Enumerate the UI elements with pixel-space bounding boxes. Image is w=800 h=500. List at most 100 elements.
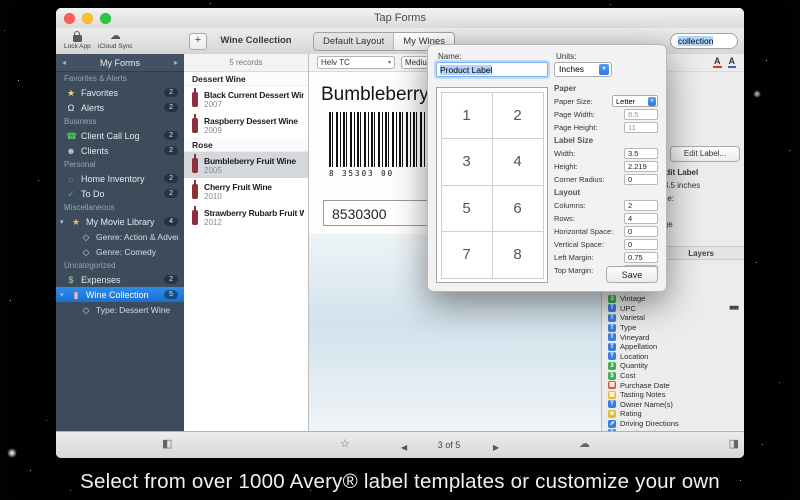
field-row[interactable]: T Owner Name(s) (602, 400, 744, 410)
record-position: 3 of 5 (409, 440, 489, 450)
directions-icon: ⇗ (608, 420, 616, 428)
page-height-input[interactable]: 11 (624, 122, 658, 133)
rows-input[interactable]: 4 (624, 213, 658, 224)
starfield (0, 0, 1, 1)
field-row[interactable]: T Location (602, 352, 744, 362)
record-row[interactable]: Bumbleberry Fruit Wine 2005 (184, 152, 308, 178)
barcode-icon: ▮▮▮▮▮ (729, 305, 738, 311)
chevron-down-icon: ▾ (388, 59, 391, 66)
label-preview-cell: 2 (492, 92, 544, 140)
lock-icon (73, 35, 82, 42)
sidebar-item[interactable]: ⌂ Home Inventory 2 (56, 171, 184, 186)
sidebar-item[interactable]: ✓ To Do 2 (56, 186, 184, 201)
disclosure-icon[interactable]: ▾ (60, 218, 66, 226)
record-row[interactable]: Strawberry Rubarb Fruit Wine 2012 (184, 204, 308, 230)
text-icon: T (608, 304, 616, 312)
sidebar-item[interactable]: ◇ Genre: Comedy (56, 244, 184, 259)
save-button[interactable]: Save (606, 266, 658, 283)
disclosure-icon[interactable]: ▾ (60, 291, 66, 299)
label-preview-cell: 5 (441, 185, 493, 233)
field-row[interactable]: ★ Rating (602, 409, 744, 419)
sidebar-item[interactable]: ☻ Clients 2 (56, 143, 184, 158)
sidebar-item[interactable]: Favorites & Alerts (56, 72, 184, 85)
label-size-section-header: Label Size (554, 136, 658, 145)
sidebar-item[interactable]: Uncategorized (56, 259, 184, 272)
barcode-bars (329, 112, 433, 167)
sidebar-toggle-icon[interactable]: ◧ (162, 438, 172, 451)
text-color-icon[interactable]: A (713, 57, 722, 68)
field-row[interactable]: T Type (602, 323, 744, 333)
edit-label-button[interactable]: Edit Label... (670, 146, 740, 162)
records-pane: 5 records Dessert Wine (184, 54, 309, 432)
record-row[interactable]: Rose (184, 138, 308, 152)
wine-bottle-icon: ▮ (71, 290, 81, 300)
text-icon: T (608, 352, 616, 360)
record-row[interactable]: Raspberry Dessert Wine 2009 (184, 112, 308, 138)
sidebar-item[interactable]: Business (56, 115, 184, 128)
field-row[interactable]: T Varietal (602, 313, 744, 323)
sidebar-item[interactable]: ◇ Type: Dessert Wine (56, 302, 184, 317)
vertical-space-input[interactable]: 0 (624, 239, 658, 250)
record-row[interactable]: Dessert Wine (184, 72, 308, 86)
field-row[interactable]: 3 Quantity (602, 361, 744, 371)
paper-size-dropdown[interactable]: Letter ▾ (612, 95, 658, 107)
rating-icon: ★ (608, 410, 616, 418)
field-row[interactable]: T Appellation (602, 342, 744, 352)
field-row[interactable]: ▤ Tasting Notes (602, 390, 744, 400)
label-preview-cell: 1 (441, 92, 493, 140)
page-width-input[interactable]: 8.5 (624, 109, 658, 120)
screenshot-stage: Tap Forms Lock App ☁ iCloud Sync + Wine … (0, 0, 800, 500)
corner-radius-input[interactable]: 0 (624, 174, 658, 185)
wine-bottle-icon (192, 158, 198, 173)
field-row[interactable]: T UPC ▮▮▮▮▮ (602, 304, 744, 314)
text-icon: T (608, 400, 616, 408)
horizontal-space-input[interactable]: 0 (624, 226, 658, 237)
collapse-icon[interactable]: ◂ (62, 58, 66, 67)
previous-record-button[interactable]: ◀ (401, 441, 407, 454)
list-column-title: Wine Collection (204, 35, 308, 46)
home-icon: ⌂ (66, 174, 76, 184)
count-badge: 5 (164, 290, 178, 299)
sidebar-item[interactable]: ▾ ▮ Wine Collection 5 (56, 287, 184, 302)
sidebar-item[interactable]: ▾ ★ My Movie Library 4 (56, 214, 184, 229)
window-title: Tap Forms (56, 12, 744, 24)
highlight-color-icon[interactable]: A (728, 57, 737, 68)
sidebar-item[interactable]: ◇ Genre: Action & Adventure (56, 229, 184, 244)
sidebar-item[interactable]: Ω Alerts 2 (56, 100, 184, 115)
text-icon: T (608, 343, 616, 351)
label-name-input[interactable]: Product Label (436, 62, 548, 77)
expand-icon[interactable]: ▸ (174, 58, 178, 67)
sidebar-item[interactable]: Personal (56, 158, 184, 171)
field-row[interactable]: ⇗ Driving Directions (602, 419, 744, 429)
forms-sidebar: ◂ My Forms ▸ Favorites & Alerts (56, 54, 184, 432)
width-input[interactable]: 3.5 (624, 148, 658, 159)
forms-header: ◂ My Forms ▸ (56, 54, 184, 72)
field-row[interactable]: 3 Vintage (602, 294, 744, 304)
sidebar-item[interactable]: ☎ Client Call Log 2 (56, 128, 184, 143)
favorite-record-icon[interactable]: ☆ (340, 438, 350, 451)
sidebar-item[interactable]: Miscellaneous (56, 201, 184, 214)
record-row[interactable]: Black Current Dessert Wine 2007 (184, 86, 308, 112)
units-dropdown[interactable]: Inches ▾ (554, 62, 612, 77)
inspector-toggle-icon[interactable]: ◨ (729, 438, 739, 451)
icloud-status-icon[interactable]: ☁ (579, 438, 590, 451)
columns-input[interactable]: 2 (624, 200, 658, 211)
records-count: 5 records (184, 54, 308, 72)
field-row[interactable]: ▦ Purchase Date (602, 380, 744, 390)
record-row[interactable]: Cherry Fruit Wine 2010 (184, 178, 308, 204)
left-margin-input[interactable]: 0.75 (624, 252, 658, 263)
font-family-dropdown[interactable]: Helv TC ▾ (317, 56, 395, 69)
sidebar-item[interactable]: $ Expenses 2 (56, 272, 184, 287)
field-row[interactable]: T Vineyard (602, 332, 744, 342)
search-input[interactable]: collection (670, 33, 738, 49)
icloud-sync-button[interactable]: ☁ iCloud Sync (98, 30, 133, 50)
height-input[interactable]: 2.219 (624, 161, 658, 172)
sidebar-item[interactable]: ★ Favorites 2 (56, 85, 184, 100)
record-section-label: Rose (192, 140, 213, 150)
expenses-icon: $ (66, 275, 76, 285)
field-row[interactable]: $ Cost (602, 371, 744, 381)
lock-app-button[interactable]: Lock App (64, 30, 91, 50)
next-record-button[interactable]: ▶ (493, 441, 499, 454)
tab-default-layout[interactable]: Default Layout (314, 33, 393, 50)
field-list: 3 Vintage T UPC ▮▮▮▮▮ T Var (602, 294, 744, 432)
